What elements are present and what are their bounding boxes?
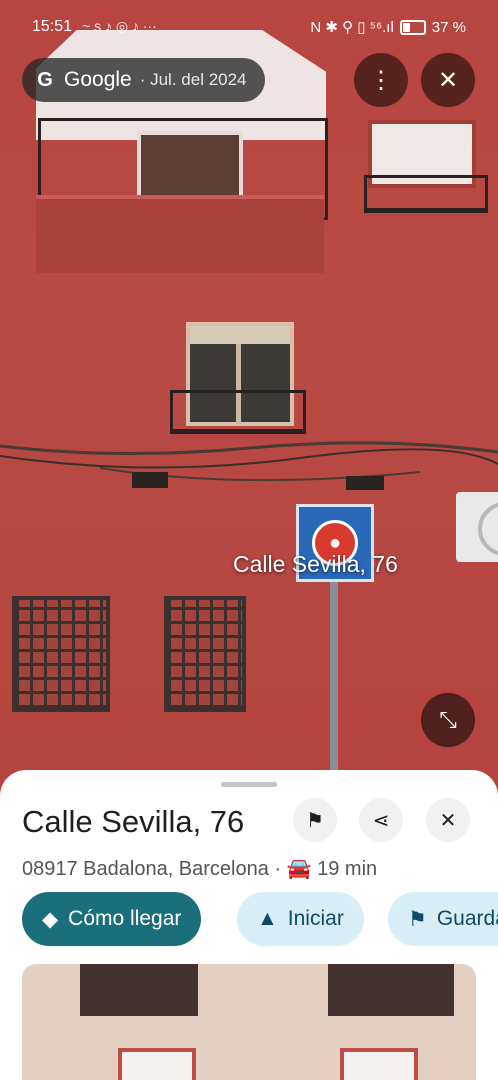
- start-navigation-button[interactable]: ▲ Iniciar: [237, 892, 364, 946]
- close-icon: ✕: [439, 809, 457, 832]
- system-icons: N ✱ ⚲ ▯ ⁵⁶.ıl: [310, 19, 394, 36]
- window-grate: [12, 596, 110, 712]
- start-label: Iniciar: [287, 907, 344, 930]
- close-sheet-button[interactable]: ✕: [426, 798, 470, 842]
- capture-date: · Jul. del 2024: [139, 70, 247, 89]
- travel-time: 19 min: [317, 858, 378, 880]
- overhead-cables: [0, 441, 498, 490]
- car-icon: 🚘: [286, 858, 312, 880]
- place-title: Calle Sevilla, 76: [22, 804, 245, 839]
- share-icon: ⋖: [372, 809, 390, 832]
- collapse-button[interactable]: ⤡: [421, 693, 475, 747]
- place-photo[interactable]: [22, 964, 476, 1080]
- battery-icon: [399, 19, 426, 35]
- google-g-icon: G: [37, 68, 53, 91]
- balcony-slab: [36, 195, 324, 273]
- railing: [170, 390, 306, 434]
- railing: [364, 175, 488, 213]
- sign-pole: [330, 578, 338, 800]
- place-sheet[interactable]: Calle Sevilla, 76 ⚑ ⋖ ✕ 08917 Badalona, …: [0, 770, 498, 1080]
- window: [118, 1048, 196, 1080]
- more-options-button[interactable]: ⋮: [354, 53, 408, 107]
- close-street-view-button[interactable]: ✕: [421, 53, 475, 107]
- address: 08917 Badalona, Barcelona: [22, 858, 269, 880]
- status-bar: 15:51 ~ s ♪ ◎ ♪ ··· N ✱ ⚲ ▯ ⁵⁶.ıl 37 %: [0, 14, 498, 42]
- window-grate: [164, 596, 246, 712]
- directions-label: Cómo llegar: [68, 907, 182, 930]
- bookmark-icon: ⚑: [306, 809, 324, 832]
- window-shade: [190, 326, 290, 344]
- bookmark-icon: ⚑: [408, 907, 427, 931]
- air-conditioner: [456, 492, 498, 562]
- address-line: 08917 Badalona, Barcelona · 🚘 19 min: [22, 856, 377, 881]
- save-button[interactable]: ⚑ Guardar: [388, 892, 498, 946]
- directions-button[interactable]: ◆ Cómo llegar: [22, 892, 202, 946]
- close-icon: ✕: [437, 66, 459, 94]
- location-label: Calle Sevilla, 76: [233, 551, 398, 577]
- more-vert-icon: ⋮: [369, 66, 393, 94]
- save-label: Guardar: [436, 907, 498, 930]
- street-view-source-pill: G Google · Jul. del 2024: [22, 58, 265, 102]
- drag-handle[interactable]: [221, 782, 277, 787]
- balcony: [80, 964, 198, 1016]
- directions-icon: ◆: [42, 907, 59, 931]
- balcony: [328, 964, 454, 1016]
- status-right: N ✱ ⚲ ▯ ⁵⁶.ıl 37 %: [310, 18, 466, 37]
- status-time: 15:51: [32, 18, 73, 35]
- collapse-icon: ⤡: [439, 707, 457, 732]
- street-view-image[interactable]: ● Calle Sevilla, 76 ⤡: [0, 0, 498, 800]
- save-place-button[interactable]: ⚑: [293, 798, 337, 842]
- battery-level: 37 %: [431, 18, 466, 36]
- separator: ·: [274, 858, 287, 880]
- notification-icons: ~ s ♪ ◎ ♪ ···: [82, 18, 157, 34]
- share-button[interactable]: ⋖: [359, 798, 403, 842]
- window: [340, 1048, 418, 1080]
- navigation-arrow-icon: ▲: [257, 907, 278, 930]
- source-label: Google: [64, 68, 132, 91]
